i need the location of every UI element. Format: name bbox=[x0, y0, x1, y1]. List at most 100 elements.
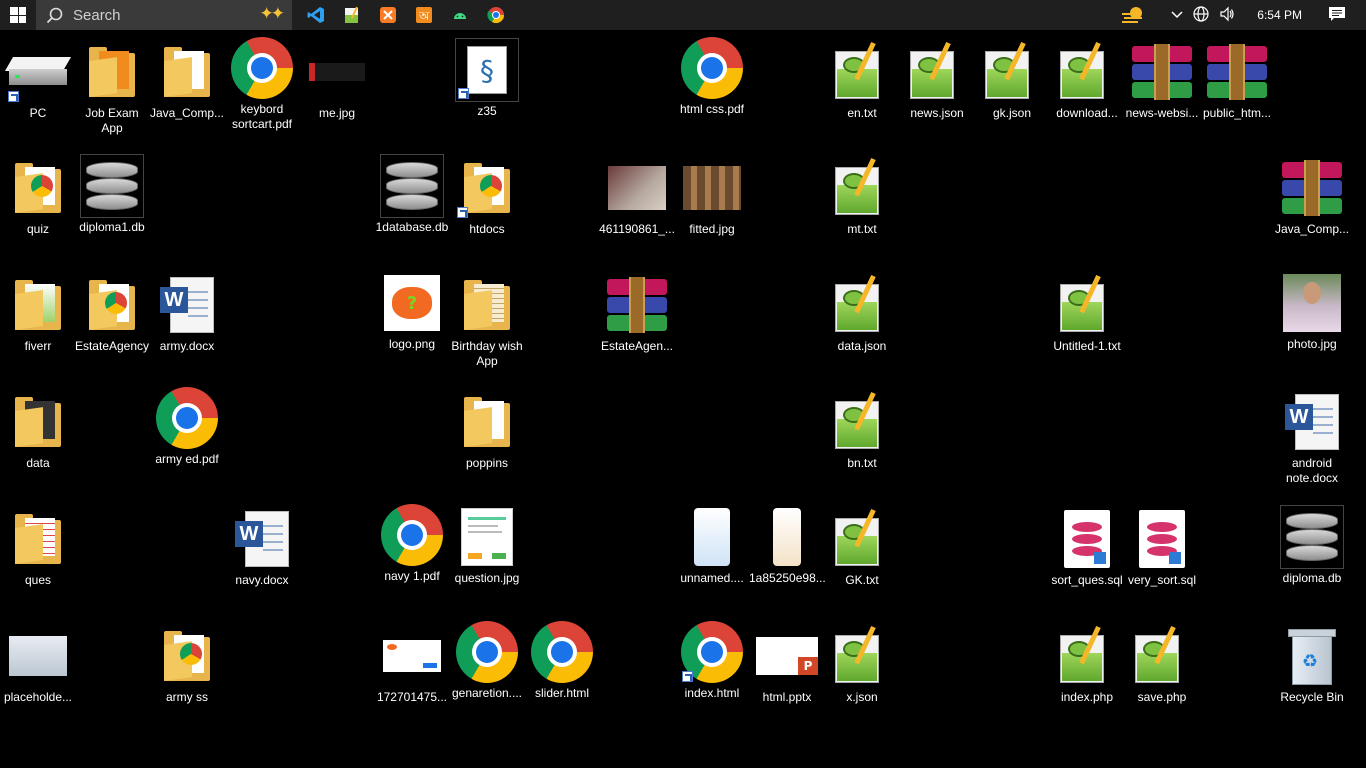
winrar-archive-icon bbox=[607, 277, 667, 333]
desktop-icon-diploma-db[interactable]: diploma.db bbox=[1274, 505, 1350, 586]
desktop-icon-gk-json[interactable]: gk.json bbox=[974, 40, 1050, 121]
desktop-icon-quiz[interactable]: quiz bbox=[0, 156, 76, 237]
desktop-icon-172701475[interactable]: 172701475... bbox=[374, 624, 450, 705]
desktop-icon-ques[interactable]: ques bbox=[0, 507, 76, 588]
desktop-icon-photo-jpg[interactable]: photo.jpg bbox=[1274, 271, 1350, 352]
notepad-plus-plus-icon bbox=[1058, 274, 1116, 334]
notepad-plus-plus-icon bbox=[833, 625, 891, 685]
desktop-icon-me-jpg[interactable]: me.jpg bbox=[299, 40, 375, 121]
desktop-icon-untitled-1-txt[interactable]: Untitled-1.txt bbox=[1049, 273, 1125, 354]
script-file-icon: § bbox=[467, 46, 507, 94]
show-hidden-icons-button[interactable] bbox=[1171, 8, 1183, 22]
desktop-icon-logo-png[interactable]: ? logo.png bbox=[374, 271, 450, 352]
desktop-icon-estateagen-archive[interactable]: EstateAgen... bbox=[599, 273, 675, 354]
desktop-icon-461190861-img[interactable]: 461190861_... bbox=[599, 156, 675, 237]
icon-label: PC bbox=[29, 106, 47, 120]
chevron-up-icon bbox=[1171, 11, 1183, 19]
desktop-icon-poppins[interactable]: poppins bbox=[449, 390, 525, 471]
desktop-icon-html-pptx[interactable]: P html.pptx bbox=[749, 624, 825, 705]
weather-widget[interactable] bbox=[1119, 4, 1147, 26]
desktop-icon-birthday-wish-app[interactable]: Birthday wish App bbox=[449, 273, 525, 369]
desktop-icon-diploma1-db[interactable]: diploma1.db bbox=[74, 154, 150, 235]
folder-chrome-icon bbox=[15, 163, 61, 213]
desktop-icon-news-json[interactable]: news.json bbox=[899, 40, 975, 121]
desktop-icon-index-html[interactable]: index.html bbox=[674, 620, 750, 701]
desktop-icon-download[interactable]: download... bbox=[1049, 40, 1125, 121]
desktop-icon-1database-db[interactable]: 1database.db bbox=[374, 154, 450, 235]
clock[interactable]: 6:54 PM bbox=[1257, 8, 1302, 22]
sql-file-icon bbox=[1139, 510, 1185, 568]
notepad-plus-plus-icon bbox=[833, 274, 891, 334]
desktop-icon-placeholde[interactable]: placeholde... bbox=[0, 624, 76, 705]
globe-network-icon bbox=[1193, 5, 1209, 22]
notepad-plus-plus-icon bbox=[1058, 41, 1116, 101]
desktop-icon-gk-txt[interactable]: GK.txt bbox=[824, 507, 900, 588]
folder-icon bbox=[89, 47, 135, 97]
desktop-icon-slider-html[interactable]: slider.html bbox=[524, 620, 600, 701]
desktop-icon-save-php[interactable]: save.php bbox=[1124, 624, 1200, 705]
taskbar-search-box[interactable]: Search ✦✦ bbox=[36, 0, 292, 30]
chrome-taskbar-button[interactable] bbox=[480, 0, 512, 30]
desktop-icon-recycle-bin[interactable]: ♻ Recycle Bin bbox=[1274, 624, 1350, 705]
bangla-app-taskbar-button[interactable]: অ bbox=[408, 0, 440, 30]
icon-label: android note.docx bbox=[1285, 456, 1339, 485]
icon-label: question.jpg bbox=[454, 571, 520, 585]
notepad-plus-plus-icon bbox=[833, 41, 891, 101]
desktop-icon-public-htm[interactable]: public_htm... bbox=[1199, 40, 1275, 121]
image-thumbnail-icon bbox=[694, 508, 730, 566]
desktop-icon-keybord-sortcart[interactable]: keybord sortcart.pdf bbox=[224, 36, 300, 132]
desktop-icon-1a85250e98[interactable]: 1a85250e98... bbox=[749, 505, 826, 586]
image-thumbnail-icon bbox=[608, 166, 666, 210]
icon-label: unnamed.... bbox=[680, 571, 744, 585]
desktop-icon-army-docx[interactable]: W army.docx bbox=[149, 273, 225, 354]
desktop-icon-question-jpg[interactable]: question.jpg bbox=[449, 505, 525, 586]
desktop-icon-fitted-jpg[interactable]: fitted.jpg bbox=[674, 156, 750, 237]
image-thumbnail-icon bbox=[683, 166, 741, 210]
desktop-icon-estateagency[interactable]: EstateAgency bbox=[74, 273, 150, 354]
notepad-plus-plus-icon bbox=[1133, 625, 1191, 685]
desktop-icon-pc[interactable]: PC bbox=[0, 40, 76, 121]
folder-chrome-icon bbox=[89, 280, 135, 330]
folder-chrome-icon bbox=[164, 631, 210, 681]
desktop-icon-java-comp-folder[interactable]: Java_Comp... bbox=[149, 40, 225, 121]
desktop-icon-index-php[interactable]: index.php bbox=[1049, 624, 1125, 705]
desktop-icon-genaretion[interactable]: genaretion.... bbox=[449, 620, 525, 701]
desktop-icon-bn-txt[interactable]: bn.txt bbox=[824, 390, 900, 471]
icon-label: Java_Comp... bbox=[149, 106, 225, 120]
search-placeholder: Search bbox=[73, 6, 121, 24]
desktop-icon-z35[interactable]: § z35 bbox=[449, 38, 525, 119]
android-taskbar-button[interactable] bbox=[444, 0, 476, 30]
desktop-icon-en-txt[interactable]: en.txt bbox=[824, 40, 900, 121]
desktop-icon-data[interactable]: data bbox=[0, 390, 76, 471]
vscode-taskbar-button[interactable] bbox=[300, 0, 332, 30]
desktop-icon-java-comp-archive[interactable]: Java_Comp... bbox=[1274, 156, 1350, 237]
network-button[interactable] bbox=[1193, 5, 1209, 25]
desktop-icon-mt-txt[interactable]: mt.txt bbox=[824, 156, 900, 237]
desktop-icon-navy-1-pdf[interactable]: navy 1.pdf bbox=[374, 503, 450, 584]
xampp-taskbar-button[interactable] bbox=[372, 0, 404, 30]
desktop-icon-x-json[interactable]: x.json bbox=[824, 624, 900, 705]
icon-label: mt.txt bbox=[847, 222, 877, 236]
desktop-icon-data-json[interactable]: data.json bbox=[824, 273, 900, 354]
desktop-icon-sort-ques-sql[interactable]: sort_ques.sql bbox=[1049, 507, 1125, 588]
desktop-icon-unnamed[interactable]: unnamed.... bbox=[674, 505, 750, 586]
desktop-icon-army-ed-pdf[interactable]: army ed.pdf bbox=[149, 386, 225, 467]
volume-button[interactable] bbox=[1219, 6, 1235, 25]
desktop-icon-very-sort-sql[interactable]: very_sort.sql bbox=[1124, 507, 1200, 588]
icon-label: army ss bbox=[166, 690, 208, 704]
desktop-icon-navy-docx[interactable]: W navy.docx bbox=[224, 507, 300, 588]
desktop-icon-htdocs[interactable]: htdocs bbox=[449, 156, 525, 237]
notepad-taskbar-button[interactable] bbox=[336, 0, 368, 30]
desktop-icon-fiverr[interactable]: fiverr bbox=[0, 273, 76, 354]
desktop-icon-job-exam-app[interactable]: Job Exam App bbox=[74, 40, 150, 136]
desktop-icon-android-note-docx[interactable]: W android note.docx bbox=[1274, 390, 1350, 486]
icon-label: diploma1.db bbox=[79, 220, 145, 234]
desktop-icon-news-websi[interactable]: news-websi... bbox=[1124, 40, 1200, 121]
desktop-icon-html-css-pdf[interactable]: html css.pdf bbox=[674, 36, 750, 117]
folder-icon bbox=[464, 397, 510, 447]
desktop-icon-army-ss[interactable]: army ss bbox=[149, 624, 225, 705]
icon-label: save.php bbox=[1137, 690, 1187, 704]
icon-label: html css.pdf bbox=[679, 102, 745, 116]
notifications-button[interactable] bbox=[1328, 6, 1346, 25]
start-button[interactable] bbox=[0, 0, 36, 30]
